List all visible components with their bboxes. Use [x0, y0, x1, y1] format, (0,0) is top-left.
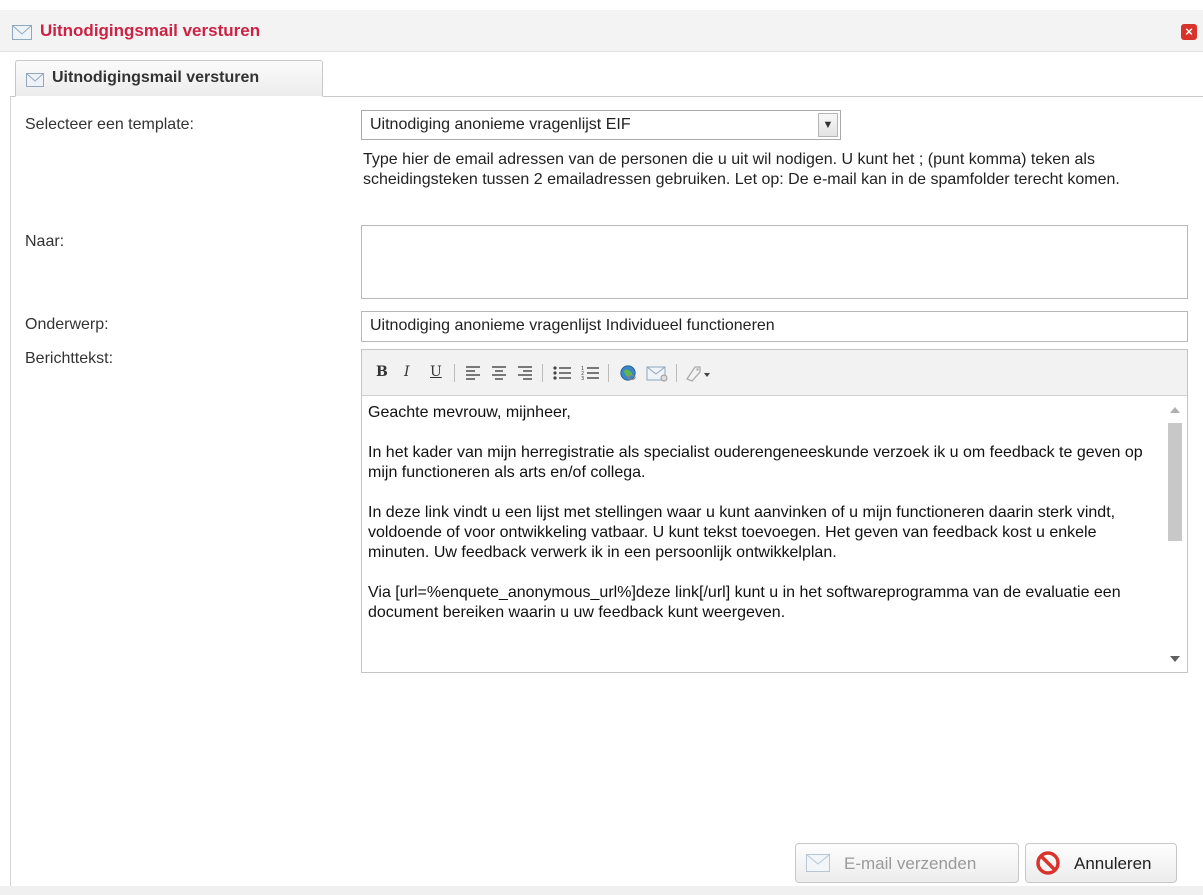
subject-value: Uitnodiging anonieme vragenlijst Individ…	[370, 317, 775, 334]
cancel-icon	[1036, 851, 1060, 875]
form-panel: Selecteer een template: Uitnodiging anon…	[10, 97, 1203, 895]
template-select-value: Uitnodiging anonieme vragenlijst EIF	[370, 116, 631, 133]
bottom-edge	[0, 886, 1203, 895]
editor-scrollbar[interactable]	[1162, 397, 1187, 672]
send-email-label: E-mail verzenden	[844, 854, 977, 873]
align-left-icon[interactable]	[464, 364, 482, 382]
envelope-icon	[806, 854, 830, 872]
align-right-icon[interactable]	[516, 364, 534, 382]
italic-button[interactable]: I	[404, 364, 410, 382]
svg-text:3: 3	[581, 376, 584, 382]
scroll-down-icon[interactable]	[1170, 656, 1180, 662]
underline-button[interactable]: U	[430, 364, 442, 382]
body-paragraph: Geachte mevrouw, mijnheer,	[368, 404, 571, 421]
to-field[interactable]	[361, 225, 1188, 299]
tab-label: Uitnodigingsmail versturen	[52, 69, 260, 86]
toolbar-separator	[542, 364, 543, 382]
body-paragraph: Via [url=%enquete_anonymous_url%]deze li…	[368, 584, 1121, 621]
chevron-down-icon[interactable]: ▼	[818, 113, 838, 137]
dialog-titlebar: Uitnodigingsmail versturen ×	[0, 10, 1203, 52]
to-label: Naar:	[25, 233, 65, 250]
body-label: Berichttekst:	[25, 350, 114, 367]
scroll-thumb[interactable]	[1168, 423, 1182, 541]
bulleted-list-icon[interactable]	[552, 364, 572, 382]
tag-dropdown-icon[interactable]	[684, 364, 712, 382]
scroll-up-icon[interactable]	[1170, 407, 1180, 413]
template-select[interactable]: Uitnodiging anonieme vragenlijst EIF ▼	[361, 110, 841, 140]
envelope-icon	[26, 73, 44, 87]
toolbar-separator	[608, 364, 609, 382]
dialog-title: Uitnodigingsmail versturen	[40, 21, 261, 40]
tab-invite-mail[interactable]: Uitnodigingsmail versturen	[15, 60, 323, 97]
subject-input[interactable]: Uitnodiging anonieme vragenlijst Individ…	[361, 311, 1188, 342]
subject-label: Onderwerp:	[25, 316, 109, 333]
message-body[interactable]: Geachte mevrouw, mijnheer, In het kader …	[362, 397, 1162, 672]
align-center-icon[interactable]	[490, 364, 508, 382]
invite-mail-dialog: Uitnodigingsmail versturen × Uitnodiging…	[0, 0, 1203, 895]
template-label: Selecteer een template:	[25, 116, 194, 133]
toolbar-separator	[454, 364, 455, 382]
cancel-button[interactable]: Annuleren	[1025, 843, 1177, 883]
envelope-icon	[12, 25, 32, 40]
link-globe-icon[interactable]	[618, 364, 638, 382]
close-button[interactable]: ×	[1181, 24, 1197, 40]
numbered-list-icon[interactable]: 123	[580, 364, 600, 382]
send-email-button[interactable]: E-mail verzenden	[795, 843, 1019, 883]
email-icon[interactable]	[646, 364, 668, 382]
tab-bar: Uitnodigingsmail versturen	[10, 55, 1203, 97]
body-paragraph: In deze link vindt u een lijst met stell…	[368, 504, 1116, 561]
toolbar-separator	[676, 364, 677, 382]
message-editor: B I U 123 Geachte mevrouw, mijnheer, In …	[361, 349, 1188, 673]
recipients-hint: Type hier de email adressen van de perso…	[363, 151, 1120, 188]
editor-toolbar: B I U 123	[362, 350, 1187, 396]
cancel-label: Annuleren	[1074, 854, 1152, 873]
body-paragraph: In het kader van mijn herregistratie als…	[368, 444, 1143, 481]
bold-button[interactable]: B	[376, 364, 388, 382]
